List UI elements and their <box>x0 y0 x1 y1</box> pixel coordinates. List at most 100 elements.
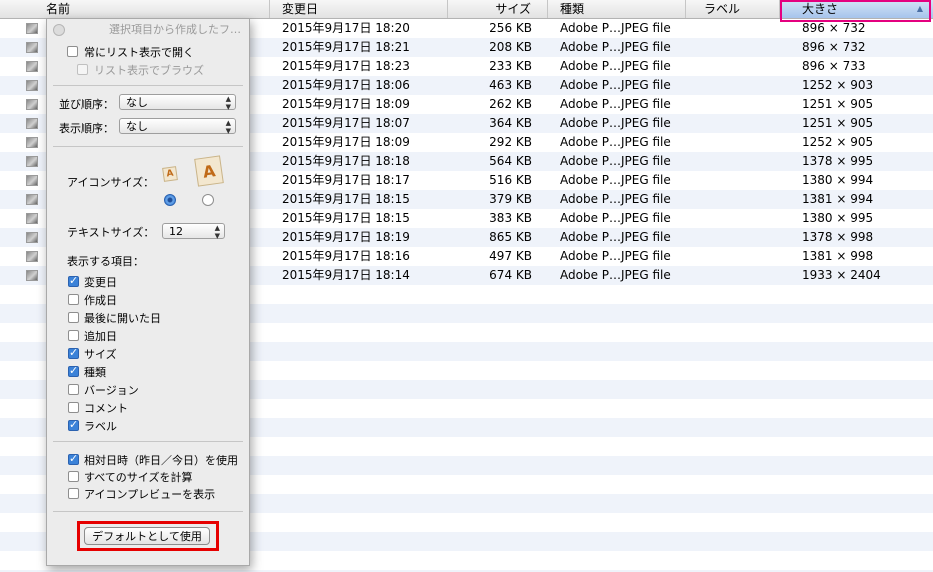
cell-kind: Adobe P…JPEG file <box>560 154 671 168</box>
column-date-added-checkbox[interactable] <box>68 330 79 341</box>
cell-size: 564 KB <box>489 154 532 168</box>
cell-kind: Adobe P…JPEG file <box>560 268 671 282</box>
column-header-date-modified[interactable]: 変更日 <box>270 0 448 18</box>
chevron-updown-icon: ▲ ▼ <box>225 119 231 135</box>
cell-date-modified: 2015年9月17日 18:15 <box>282 192 410 206</box>
cell-date-modified: 2015年9月17日 18:15 <box>282 211 410 225</box>
cell-size: 674 KB <box>489 268 532 282</box>
calculate-sizes-checkbox[interactable] <box>68 471 79 482</box>
cell-kind: Adobe P…JPEG file <box>560 211 671 225</box>
cell-size: 364 KB <box>489 116 532 130</box>
relative-dates-label: 相対日時（昨日／今日）を使用 <box>84 454 238 467</box>
column-kind-checkbox[interactable] <box>68 364 79 378</box>
cell-date-modified: 2015年9月17日 18:06 <box>282 78 410 92</box>
image-file-icon <box>26 23 38 34</box>
cell-dimensions: 1251 × 905 <box>802 97 874 111</box>
cell-dimensions: 1378 × 998 <box>802 230 874 244</box>
column-header-name[interactable]: 名前 <box>0 0 270 18</box>
chevron-updown-icon: ▲ ▼ <box>225 95 231 111</box>
large-icon-preview-icon <box>194 155 224 187</box>
column-label-checkbox[interactable] <box>68 418 79 432</box>
relative-dates-checkbox[interactable] <box>68 452 79 466</box>
column-comment-checkbox[interactable] <box>68 402 79 413</box>
column-date-modified-checkbox[interactable] <box>68 274 79 288</box>
cell-size: 383 KB <box>489 211 532 225</box>
close-icon[interactable] <box>53 24 65 36</box>
cell-size: 262 KB <box>489 97 532 111</box>
cell-date-modified: 2015年9月17日 18:20 <box>282 21 410 35</box>
cell-date-modified: 2015年9月17日 18:09 <box>282 97 410 111</box>
column-option-label: コメント <box>84 402 128 415</box>
cell-size: 497 KB <box>489 249 532 263</box>
cell-dimensions: 1378 × 995 <box>802 154 874 168</box>
image-file-icon <box>26 137 38 148</box>
icon-size-small-radio[interactable] <box>164 194 176 206</box>
column-header-label[interactable]: ラベル <box>686 0 780 18</box>
cell-dimensions: 1251 × 905 <box>802 116 874 130</box>
cell-size: 516 KB <box>489 173 532 187</box>
cell-dimensions: 896 × 733 <box>802 59 866 73</box>
image-file-icon <box>26 42 38 53</box>
cell-kind: Adobe P…JPEG file <box>560 249 671 263</box>
icon-size-large-radio[interactable] <box>202 194 214 206</box>
column-version-checkbox[interactable] <box>68 384 79 395</box>
column-option-label: ラベル <box>84 420 117 433</box>
text-size-popup[interactable]: 12 ▲ ▼ <box>162 223 225 240</box>
cell-date-modified: 2015年9月17日 18:21 <box>282 40 410 54</box>
image-file-icon <box>26 194 38 205</box>
cell-dimensions: 1252 × 903 <box>802 78 874 92</box>
cell-size: 379 KB <box>489 192 532 206</box>
arrange-by-label: 並び順序： <box>59 98 114 111</box>
sort-by-value: なし <box>126 120 148 133</box>
text-size-value: 12 <box>169 225 183 238</box>
cell-dimensions: 896 × 732 <box>802 40 866 54</box>
column-header-kind[interactable]: 種類 <box>548 0 686 18</box>
divider <box>53 146 243 147</box>
divider <box>53 441 243 442</box>
column-size-checkbox[interactable] <box>68 346 79 360</box>
small-icon-preview-icon <box>162 166 178 182</box>
cell-dimensions: 1381 × 994 <box>802 192 874 206</box>
cell-dimensions: 1252 × 905 <box>802 135 874 149</box>
show-columns-label: 表示する項目： <box>67 255 144 268</box>
column-option-label: 作成日 <box>84 294 117 307</box>
divider <box>53 85 243 86</box>
cell-dimensions: 1380 × 994 <box>802 173 874 187</box>
panel-title: 選択項目から作成したフ… <box>109 23 241 36</box>
image-file-icon <box>26 80 38 91</box>
panel-titlebar[interactable]: 選択項目から作成したフ… <box>47 19 249 41</box>
browse-list-checkbox[interactable] <box>77 64 88 75</box>
image-file-icon <box>26 270 38 281</box>
column-option-label: 種類 <box>84 366 106 379</box>
arrange-by-value: なし <box>126 96 148 109</box>
cell-size: 256 KB <box>489 21 532 35</box>
icon-preview-checkbox[interactable] <box>68 488 79 499</box>
cell-kind: Adobe P…JPEG file <box>560 230 671 244</box>
column-option-label: バージョン <box>84 384 139 397</box>
image-file-icon <box>26 251 38 262</box>
image-file-icon <box>26 156 38 167</box>
always-list-checkbox[interactable] <box>67 46 78 57</box>
divider <box>53 511 243 512</box>
arrange-by-popup[interactable]: なし ▲ ▼ <box>119 94 236 111</box>
cell-size: 233 KB <box>489 59 532 73</box>
cell-date-modified: 2015年9月17日 18:14 <box>282 268 410 282</box>
column-option-label: サイズ <box>84 348 117 361</box>
icon-size-label: アイコンサイズ： <box>67 176 155 189</box>
cell-size: 463 KB <box>489 78 532 92</box>
cell-size: 292 KB <box>489 135 532 149</box>
column-last-opened-checkbox[interactable] <box>68 312 79 323</box>
cell-size: 865 KB <box>489 230 532 244</box>
cell-dimensions: 1380 × 995 <box>802 211 874 225</box>
cell-dimensions: 896 × 732 <box>802 21 866 35</box>
text-size-label: テキストサイズ： <box>67 226 155 239</box>
column-header-size[interactable]: サイズ <box>448 0 548 18</box>
view-options-panel: 選択項目から作成したフ… 常にリスト表示で開く リスト表示でブラウズ 並び順序：… <box>46 18 250 566</box>
cell-kind: Adobe P…JPEG file <box>560 21 671 35</box>
sort-by-popup[interactable]: なし ▲ ▼ <box>119 118 236 135</box>
cell-kind: Adobe P…JPEG file <box>560 97 671 111</box>
image-file-icon <box>26 61 38 72</box>
column-date-created-checkbox[interactable] <box>68 294 79 305</box>
cell-kind: Adobe P…JPEG file <box>560 173 671 187</box>
sort-by-label: 表示順序： <box>59 122 114 135</box>
